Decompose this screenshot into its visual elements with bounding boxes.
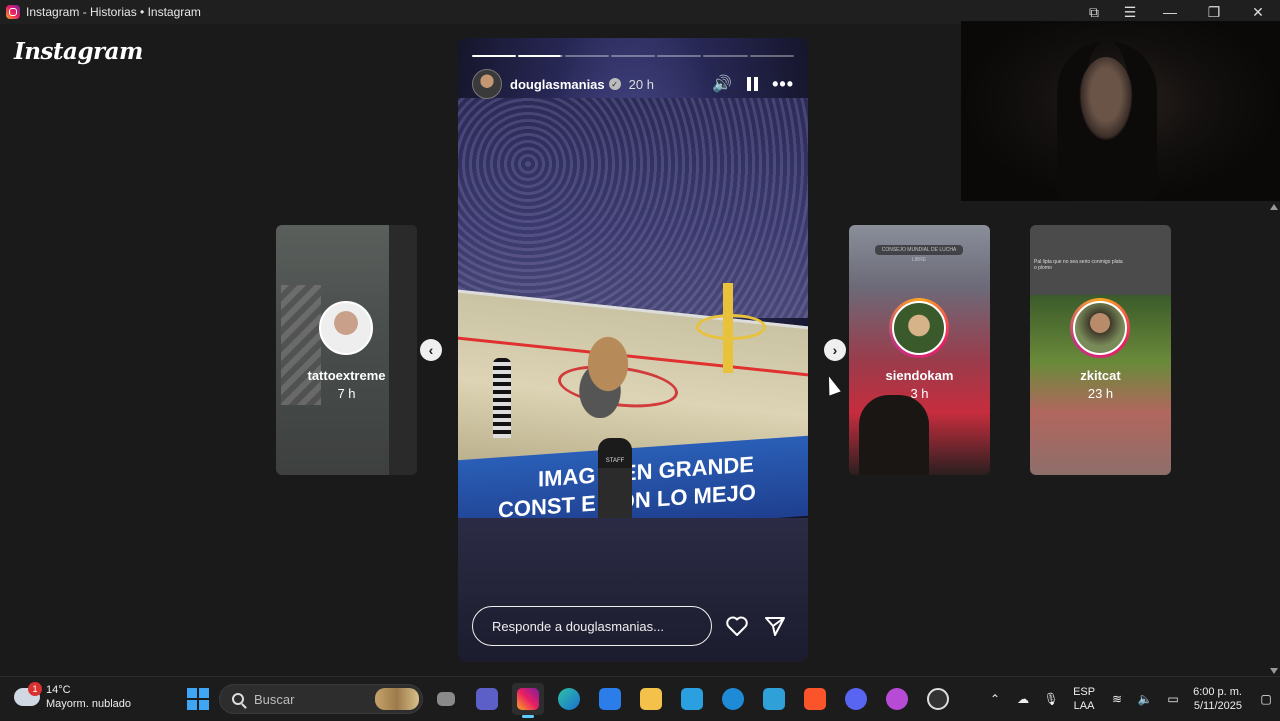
story-card-zkitcat[interactable]: Pal lipta que no sea serio conmigo plata…: [1030, 225, 1171, 475]
system-tray: ⌃ ☁ 🎙 ESP LAA ≋ 🔈 ▭ 6:00 p. m. 5/11/2025…: [981, 677, 1280, 721]
media-player-icon[interactable]: [881, 683, 913, 715]
volume-icon[interactable]: 🔊: [712, 74, 732, 94]
volume-icon[interactable]: 🔈: [1134, 689, 1156, 709]
windows-icon: [187, 688, 209, 710]
send-icon: [765, 617, 785, 636]
scroll-down-icon[interactable]: [1270, 668, 1278, 674]
battery-icon[interactable]: ▭: [1162, 689, 1184, 709]
story-thumbnail-banner: CONSEJO MUNDIAL DE LUCHA LIBRE: [875, 245, 963, 263]
like-button[interactable]: [725, 614, 749, 638]
weather-desc: Mayorm. nublado: [46, 698, 131, 710]
pause-icon[interactable]: [746, 77, 758, 91]
cloud-icon: 1: [14, 682, 42, 706]
story-thumbnail-person: [859, 395, 929, 475]
avatar: [1073, 301, 1127, 355]
wrestlers-figure: [568, 328, 648, 418]
progress-segment: [472, 55, 517, 57]
store-icon[interactable]: [594, 683, 626, 715]
staff-label: STAFF: [605, 458, 625, 464]
wifi-icon[interactable]: ≋: [1106, 689, 1128, 709]
progress-segment: [610, 55, 656, 57]
task-view-icon[interactable]: [430, 683, 462, 715]
edge-icon[interactable]: [553, 683, 585, 715]
chevron-up-icon[interactable]: ⌃: [984, 689, 1006, 709]
scroll-up-icon[interactable]: [1270, 204, 1278, 210]
story-username[interactable]: douglasmanias: [510, 77, 605, 92]
share-button[interactable]: [763, 614, 787, 638]
file-explorer-icon[interactable]: [635, 683, 667, 715]
discord-icon[interactable]: [840, 683, 872, 715]
heart-icon: [726, 616, 748, 636]
main-story[interactable]: IMAG A EN GRANDE CONST E CON LO MEJO STA…: [458, 38, 808, 662]
obs-icon[interactable]: [922, 683, 954, 715]
more-options-icon[interactable]: •••: [772, 74, 794, 95]
story-thumbnail-door: [389, 225, 417, 475]
referee-figure: [493, 358, 511, 438]
progress-segment: [657, 55, 702, 57]
search-highlight-image: [375, 688, 419, 710]
story-thumbnail-caption: Pal lipta que no sea serio conmigo plata…: [1034, 259, 1123, 271]
story-username: zkitcat: [1080, 368, 1121, 383]
search-placeholder: Buscar: [254, 691, 295, 707]
avatar[interactable]: [472, 69, 502, 99]
story-avatar-ring: [889, 298, 949, 358]
clock-date: 5/11/2025: [1193, 700, 1242, 712]
avatar: [319, 301, 373, 355]
window-title: Instagram - Historias • Instagram: [26, 5, 201, 19]
taskbar: 1 14°C Mayorm. nublado Buscar ⌃ ☁ 🎙 ESP …: [0, 676, 1280, 720]
reply-input[interactable]: [492, 618, 702, 634]
video-call-icon[interactable]: [471, 683, 503, 715]
notification-badge: 1: [28, 682, 42, 696]
instagram-logo[interactable]: Instagram: [14, 38, 143, 65]
story-avatar-ring: [1070, 298, 1130, 358]
instagram-app-icon: [6, 5, 20, 19]
app-icon[interactable]: [676, 683, 708, 715]
start-button[interactable]: [182, 683, 214, 715]
brave-icon[interactable]: [799, 683, 831, 715]
webcam-face: [1079, 57, 1133, 141]
story-avatar-ring: [316, 298, 376, 358]
language-indicator[interactable]: ESP LAA: [1073, 685, 1095, 713]
previous-story-button[interactable]: ‹: [420, 339, 442, 361]
story-card-siendokam[interactable]: CONSEJO MUNDIAL DE LUCHA LIBRE siendokam…: [849, 225, 990, 475]
cloud-icon[interactable]: ☁: [1012, 689, 1034, 709]
notifications-icon[interactable]: ▢: [1255, 689, 1277, 709]
weather-widget[interactable]: 1 14°C Mayorm. nublado: [14, 682, 131, 711]
chevron-left-icon: ‹: [428, 342, 434, 358]
progress-segment: [703, 55, 748, 57]
weather-temp: 14°C: [46, 684, 71, 696]
progress-segment: [749, 55, 794, 57]
help-icon[interactable]: [717, 683, 749, 715]
verified-icon: ✓: [608, 78, 621, 90]
story-username: tattoextreme: [307, 368, 386, 383]
story-time: 3 h: [910, 386, 929, 401]
story-time: 7 h: [337, 386, 356, 401]
story-time: 23 h: [1087, 386, 1114, 401]
chevron-right-icon: ›: [832, 342, 838, 358]
instagram-taskbar-icon[interactable]: [512, 683, 544, 718]
clock[interactable]: 6:00 p. m. 5/11/2025: [1193, 685, 1242, 713]
avatar: [892, 301, 946, 355]
story-header: douglasmanias ✓ 20 h 🔊 •••: [472, 69, 794, 99]
taskbar-search[interactable]: Buscar: [219, 684, 423, 714]
story-card-tattoextreme[interactable]: tattoextreme 7 h: [276, 225, 417, 475]
microphone-icon[interactable]: 🎙: [1040, 689, 1062, 709]
progress-segment: [564, 55, 609, 57]
progress-segment: [518, 55, 563, 57]
story-time: 20 h: [628, 76, 654, 92]
next-story-button[interactable]: ›: [824, 339, 846, 361]
story-progress-bar: [472, 55, 794, 57]
story-media-crowd: [458, 98, 808, 318]
reply-field[interactable]: [472, 606, 712, 646]
story-username: siendokam: [885, 368, 954, 383]
mouse-cursor: [823, 374, 841, 396]
webcam-overlay: [961, 21, 1280, 201]
search-icon: [232, 693, 244, 705]
app-icon[interactable]: [758, 683, 790, 715]
clock-time: 6:00 p. m.: [1193, 686, 1242, 698]
